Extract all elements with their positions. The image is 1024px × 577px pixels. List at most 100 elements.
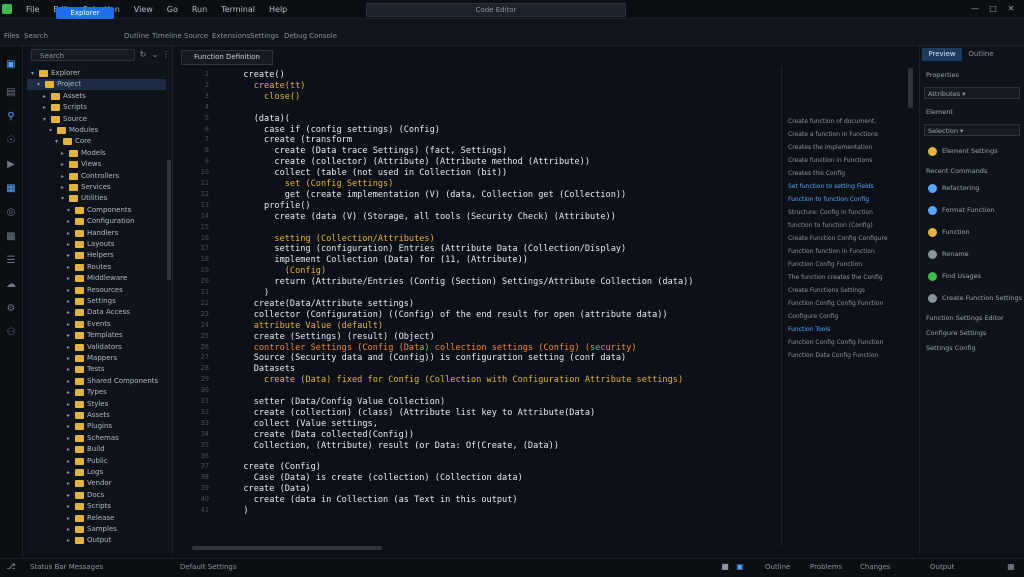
tree-item[interactable]: ▸ Output — [27, 535, 166, 546]
tree-item[interactable]: ▸ Scripts — [27, 501, 166, 512]
chevron-right-icon[interactable]: ▸ — [67, 216, 73, 227]
code-line[interactable]: create (collector) (Attribute) (Attribut… — [233, 157, 590, 167]
tree-item[interactable]: ▸ Helpers — [27, 250, 166, 261]
tree-item[interactable]: ▸ Data Access — [27, 307, 166, 318]
property-select[interactable]: Selection ▾ — [924, 124, 1020, 136]
source-control-icon[interactable]: ☉ — [3, 134, 19, 148]
tree-item[interactable]: ▸ Layouts — [27, 239, 166, 250]
tree-item[interactable]: ▸ Views — [27, 159, 166, 170]
collapse-icon[interactable]: ⌄ — [150, 50, 160, 60]
code-line[interactable]: create (data (V) (Storage, all tools (Se… — [233, 212, 615, 222]
tree-item[interactable]: ▾ Explorer — [27, 68, 166, 79]
chevron-right-icon[interactable]: ▸ — [67, 456, 73, 467]
layout-icon[interactable]: ▦ — [1006, 562, 1016, 572]
toolbar-sub-4[interactable]: Source — [184, 32, 208, 40]
menu-file[interactable]: File — [26, 5, 39, 14]
code-line[interactable]: implement Collection (Data) for (11, (At… — [233, 255, 528, 265]
code-line[interactable]: setting (configuration) Entries (Attribu… — [233, 244, 626, 254]
explorer-scrollbar[interactable] — [167, 160, 171, 280]
chevron-right-icon[interactable]: ▸ — [67, 490, 73, 501]
chevron-right-icon[interactable]: ▸ — [67, 524, 73, 535]
code-line[interactable]: ) — [233, 288, 269, 298]
tree-item[interactable]: ▸ Schemas — [27, 433, 166, 444]
tree-item[interactable]: ▸ Public — [27, 456, 166, 467]
tree-item[interactable]: ▾ Source — [27, 114, 166, 125]
tree-item[interactable]: ▸ Types — [27, 387, 166, 398]
chevron-down-icon[interactable]: ▾ — [49, 125, 55, 136]
chevron-right-icon[interactable]: ▸ — [67, 239, 73, 250]
tree-item[interactable]: ▾ Utilities — [27, 193, 166, 204]
chevron-right-icon[interactable]: ▸ — [61, 148, 67, 159]
code-line[interactable]: create (transform — [233, 135, 352, 145]
code-line[interactable]: set (Config Settings) — [233, 179, 394, 189]
code-line[interactable]: (data)( — [233, 114, 290, 124]
chevron-right-icon[interactable]: ▸ — [61, 159, 67, 170]
code-line[interactable]: get (create implementation (V) (data, Co… — [233, 190, 626, 200]
maximize-icon[interactable]: □ — [988, 4, 998, 14]
tree-item[interactable]: ▸ Settings — [27, 296, 166, 307]
chevron-right-icon[interactable]: ▸ — [67, 262, 73, 273]
chevron-right-icon[interactable]: ▸ — [67, 319, 73, 330]
chevron-down-icon[interactable]: ▾ — [37, 79, 43, 90]
chevron-right-icon[interactable]: ▸ — [67, 513, 73, 524]
document-icon[interactable]: ▤ — [3, 86, 19, 100]
chevron-right-icon[interactable]: ▸ — [67, 433, 73, 444]
code-line[interactable]: collect (Value settings, — [233, 419, 378, 429]
refresh-icon[interactable]: ↻ — [138, 50, 148, 60]
list-icon[interactable]: ☰ — [3, 254, 19, 268]
tree-item[interactable]: ▸ Resources — [27, 285, 166, 296]
sync-icon[interactable]: ▣ — [735, 562, 745, 572]
code-line[interactable]: create (collection) (class) (Attribute l… — [233, 408, 595, 418]
toolbar-sub-1[interactable]: Search — [24, 32, 48, 40]
code-line[interactable]: create (Config) — [233, 462, 321, 472]
chevron-right-icon[interactable]: ▸ — [67, 376, 73, 387]
code-line[interactable]: create(tt) — [233, 81, 306, 91]
action-item[interactable]: Find Usages — [942, 272, 981, 280]
code-line[interactable]: attribute Value (default) — [233, 321, 383, 331]
chevron-right-icon[interactable]: ▸ — [67, 410, 73, 421]
minimap[interactable]: Create function of document, Create a fun… — [788, 118, 906, 378]
tab-outline[interactable]: Outline — [966, 48, 996, 61]
chevron-right-icon[interactable]: ▸ — [61, 182, 67, 193]
tree-item[interactable]: ▸ Models — [27, 148, 166, 159]
tree-item[interactable]: ▸ Shared Components — [27, 376, 166, 387]
code-line[interactable]: setter (Data/Config Value Collection) — [233, 397, 445, 407]
code-line[interactable]: create (data in Collection (as Text in t… — [233, 495, 518, 505]
chevron-right-icon[interactable]: ▸ — [67, 364, 73, 375]
code-line[interactable]: collect (table (not used in Collection (… — [233, 168, 507, 178]
menu-run[interactable]: Run — [192, 5, 207, 14]
tree-item[interactable]: ▾ Modules — [27, 125, 166, 136]
tree-item[interactable]: ▸ Validators — [27, 342, 166, 353]
chevron-right-icon[interactable]: ▸ — [67, 342, 73, 353]
chevron-right-icon[interactable]: ▸ — [67, 273, 73, 284]
tree-item[interactable]: ▸ Plugins — [27, 421, 166, 432]
cloud-icon[interactable]: ☁ — [3, 278, 19, 292]
status-outline[interactable]: Outline — [765, 563, 790, 571]
debug-icon[interactable]: ▶ — [3, 158, 19, 172]
code-line[interactable]: create (Data trace Settings) (fact, Sett… — [233, 146, 507, 156]
tree-item[interactable]: ▸ Assets — [27, 410, 166, 421]
chevron-down-icon[interactable]: ▾ — [67, 205, 73, 216]
code-line[interactable]: (Config) — [233, 266, 326, 276]
chevron-down-icon[interactable]: ▾ — [31, 68, 37, 79]
chevron-right-icon[interactable]: ▸ — [67, 444, 73, 455]
tree-item[interactable]: ▸ Controllers — [27, 171, 166, 182]
tab-explorer[interactable]: Explorer — [56, 7, 114, 19]
tree-item[interactable]: ▸ Logs — [27, 467, 166, 478]
tree-item[interactable]: ▸ Middleware — [27, 273, 166, 284]
code-line[interactable]: Source (Security data and (Config)) is c… — [233, 353, 627, 363]
action-item[interactable]: Element Settings — [942, 147, 998, 155]
tree-item[interactable]: ▸ Templates — [27, 330, 166, 341]
tree-item[interactable]: ▾ Components — [27, 205, 166, 216]
chevron-down-icon[interactable]: ▾ — [55, 136, 61, 147]
minimize-icon[interactable]: — — [970, 4, 980, 14]
chevron-right-icon[interactable]: ▸ — [67, 535, 73, 546]
globe-icon[interactable]: ◎ — [3, 206, 19, 220]
toolbar-sub-7[interactable]: Debug Console — [284, 32, 337, 40]
tree-item[interactable]: ▸ Docs — [27, 490, 166, 501]
chevron-right-icon[interactable]: ▸ — [67, 296, 73, 307]
chevron-right-icon[interactable]: ▸ — [67, 387, 73, 398]
code-line[interactable]: create(Data/Attribute settings) — [233, 299, 414, 309]
tree-item[interactable]: ▸ Scripts — [27, 102, 166, 113]
extensions-icon[interactable]: ▦ — [3, 182, 19, 196]
